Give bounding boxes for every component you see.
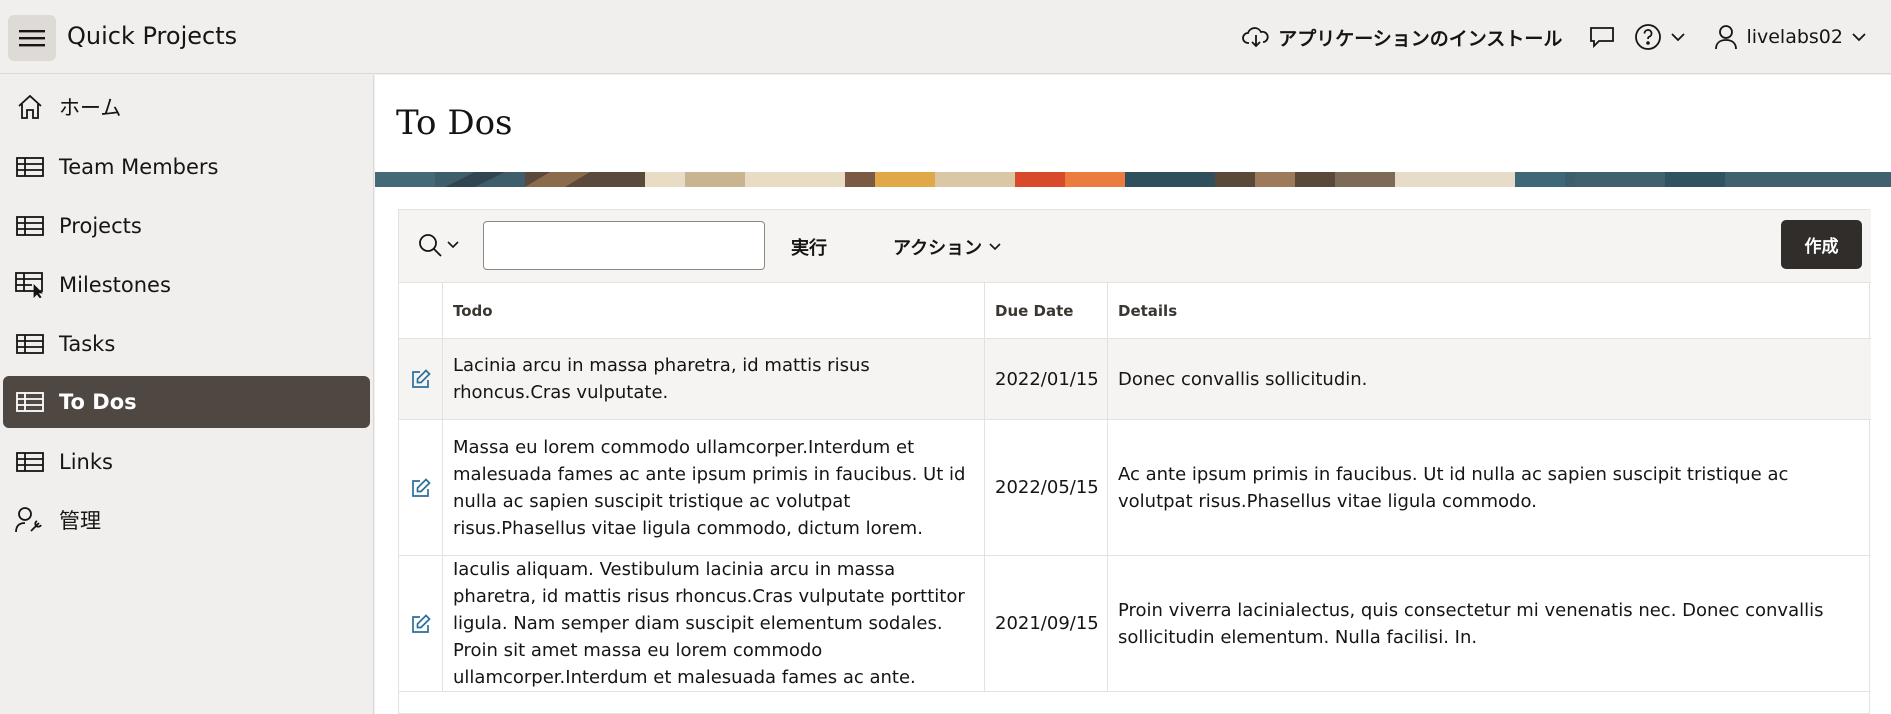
sidebar-item-home[interactable]: ホーム — [3, 81, 370, 133]
details-cell: Proin viverra lacinialectus, quis consec… — [1118, 599, 1824, 648]
sidebar-item-label: Tasks — [59, 332, 116, 356]
chevron-down-icon — [989, 243, 1001, 251]
user-icon — [1715, 25, 1738, 50]
edit-row-button[interactable] — [399, 420, 443, 555]
actions-label: アクション — [893, 238, 983, 259]
todo-cell: Massa eu lorem commodo ullamcorper.Inter… — [443, 420, 985, 555]
chevron-down-icon — [1852, 33, 1866, 42]
column-header-details[interactable]: Details — [1108, 283, 1871, 338]
todo-cell: Lacinia arcu in massa pharetra, id matti… — [443, 339, 985, 419]
table-row: Massa eu lorem commodo ullamcorper.Inter… — [399, 420, 1871, 556]
table-icon — [15, 450, 45, 474]
chevron-down-icon — [447, 241, 459, 249]
edit-row-button[interactable] — [399, 339, 443, 419]
chevron-down-icon — [1671, 33, 1686, 42]
feedback-button[interactable] — [1588, 25, 1616, 49]
sidebar-item-team-members[interactable]: Team Members — [3, 141, 370, 193]
search-icon — [419, 234, 442, 257]
edit-icon — [411, 613, 431, 633]
sidebar-item-label: Links — [59, 450, 113, 474]
column-header-todo[interactable]: Todo — [443, 283, 985, 338]
todo-grid: Todo Due Date Details Lacinia arcu in ma… — [399, 283, 1871, 692]
install-app-link[interactable]: アプリケーションのインストール — [1242, 24, 1562, 51]
due-date-cell: 2022/01/15 — [985, 339, 1108, 419]
todo-cell: Iaculis aliquam. Vestibulum lacinia arcu… — [443, 556, 985, 691]
decorative-banner — [375, 172, 1891, 187]
sidebar-item-label: 管理 — [59, 509, 101, 533]
sidebar-item-label: Projects — [59, 214, 142, 238]
sidebar-item-admin[interactable]: 管理 — [3, 494, 370, 546]
sidebar-item-milestones[interactable]: Milestones — [3, 259, 370, 311]
table-icon — [15, 214, 45, 238]
report-region: 実行 アクション 作成 Todo Due Date Details Lacini… — [398, 209, 1871, 714]
search-input[interactable] — [483, 221, 765, 270]
search-column-button[interactable] — [417, 232, 460, 258]
report-toolbar: 実行 アクション 作成 — [399, 210, 1871, 283]
grid-header-row: Todo Due Date Details — [399, 283, 1871, 339]
hamburger-icon — [19, 30, 45, 47]
cloud-download-icon — [1242, 27, 1269, 48]
sidebar-item-tasks[interactable]: Tasks — [3, 318, 370, 370]
table-icon — [15, 390, 45, 414]
sidebar-item-label: ホーム — [59, 96, 122, 120]
due-date-cell: 2022/05/15 — [985, 420, 1108, 555]
main-content: To Dos 実行 アクション 作成 Todo Due Date Details… — [375, 75, 1891, 714]
app-header: Quick Projects アプリケーションのインストール livelabs0… — [0, 0, 1891, 74]
page-title: To Dos — [396, 103, 513, 143]
table-row: Iaculis aliquam. Vestibulum lacinia arcu… — [399, 556, 1871, 692]
create-button[interactable]: 作成 — [1781, 220, 1862, 269]
menu-toggle-button[interactable] — [8, 15, 56, 61]
due-date-cell: 2021/09/15 — [985, 556, 1108, 691]
actions-menu-button[interactable]: アクション — [893, 234, 1002, 260]
home-icon — [15, 94, 45, 119]
edit-column-header — [399, 283, 443, 338]
side-navigation: ホーム Team Members Projects Milestones Tas… — [0, 75, 374, 714]
app-title[interactable]: Quick Projects — [67, 22, 237, 50]
user-wrench-icon — [15, 507, 45, 533]
sidebar-item-label: Milestones — [59, 273, 171, 297]
go-button[interactable]: 実行 — [791, 234, 827, 260]
details-cell: Ac ante ipsum primis in faucibus. Ut id … — [1118, 463, 1789, 512]
chat-bubble-icon — [1590, 27, 1615, 49]
sidebar-item-links[interactable]: Links — [3, 436, 370, 488]
install-app-label: アプリケーションのインストール — [1278, 27, 1563, 50]
username-label: livelabs02 — [1746, 26, 1843, 48]
sidebar-item-label: To Dos — [59, 390, 137, 414]
edit-icon — [411, 369, 431, 388]
help-menu-button[interactable] — [1634, 23, 1686, 51]
column-header-due-date[interactable]: Due Date — [985, 283, 1108, 338]
table-cursor-icon — [15, 272, 45, 298]
sidebar-item-to-dos[interactable]: To Dos — [3, 376, 370, 428]
table-icon — [15, 332, 45, 356]
sidebar-item-projects[interactable]: Projects — [3, 200, 370, 252]
edit-icon — [411, 477, 431, 497]
table-row: Lacinia arcu in massa pharetra, id matti… — [399, 339, 1871, 420]
details-cell: Donec convallis sollicitudin. — [1118, 368, 1368, 390]
help-icon — [1635, 24, 1662, 50]
edit-row-button[interactable] — [399, 556, 443, 691]
table-icon — [15, 155, 45, 179]
user-menu-button[interactable]: livelabs02 — [1714, 24, 1867, 50]
sidebar-item-label: Team Members — [59, 155, 219, 179]
